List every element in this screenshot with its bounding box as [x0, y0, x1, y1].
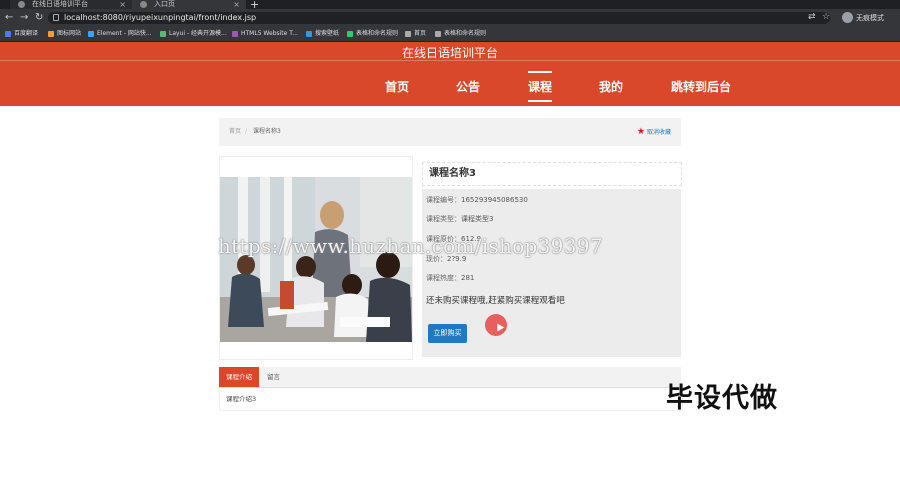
incognito-avatar-icon[interactable] — [842, 12, 853, 23]
reload-icon[interactable]: ↻ — [35, 12, 43, 23]
url-text: localhost:8080/riyupeixunpingtai/front/i… — [64, 13, 257, 22]
bookmark-item[interactable]: 图标网站 — [48, 27, 81, 41]
nav-courses[interactable]: 课程 — [528, 71, 553, 102]
browser-tab-label: 在线日语培训平台 — [32, 0, 88, 8]
tab-favicon-icon — [18, 1, 25, 8]
address-bar[interactable]: localhost:8080/riyupeixunpingtai/front/i… — [48, 12, 830, 24]
bookmark-item[interactable]: 百度翻译 — [5, 27, 38, 41]
course-image-card — [219, 156, 413, 360]
bookmark-item[interactable]: 搜索壁纸 — [306, 27, 339, 41]
course-title: 课程名称3 — [429, 168, 476, 179]
nav-home[interactable]: 首页 — [385, 78, 409, 95]
close-tab-icon[interactable]: × — [119, 0, 126, 9]
nav-notice[interactable]: 公告 — [456, 78, 480, 95]
bookmark-item[interactable]: HTML5 Website T... — [232, 27, 298, 41]
back-icon[interactable]: ← — [5, 12, 13, 23]
site-info-icon[interactable] — [53, 14, 59, 21]
browser-tab[interactable]: 入口页 × — [132, 0, 246, 9]
watermark-text: https://www.huzhan.com/ishop39397 — [218, 234, 603, 258]
bookmarks-bar: 百度翻译 图标网站 Element - 网站快... Layui - 经典开源模...… — [0, 27, 900, 42]
bookmark-item[interactable]: Layui - 经典开源模... — [160, 27, 227, 41]
bookmark-item[interactable]: 表格和命名规则 — [435, 27, 486, 41]
course-field-id: 课程编号：1652939450865​30 — [426, 196, 528, 204]
incognito-label: 无痕模式 — [856, 14, 884, 22]
detail-tabs: 课程介绍 留言 — [219, 367, 681, 388]
browser-tab-label: 入口页 — [154, 0, 175, 8]
star-icon: ★ — [636, 127, 645, 137]
header-divider — [0, 60, 900, 61]
course-intro-text: 课程介绍3 — [226, 395, 257, 403]
breadcrumb-home[interactable]: 首页 — [229, 118, 241, 146]
breadcrumb: 首页 / 课程名称3 ★ 取消收藏 — [219, 118, 681, 146]
address-toolbar: ← → ↻ localhost:8080/riyupeixunpingtai/f… — [0, 9, 900, 27]
course-photo — [220, 177, 412, 342]
bookmark-item[interactable]: Element - 网站快... — [88, 27, 152, 41]
bookmark-item[interactable]: 首页 — [405, 27, 426, 41]
site-title: 在线日语培训平台 — [401, 46, 498, 60]
tab-course-intro[interactable]: 课程介绍 — [219, 367, 259, 387]
buy-now-button[interactable]: 立即购买 — [428, 324, 467, 343]
forward-icon[interactable]: → — [20, 12, 28, 23]
translate-icon[interactable]: ⇄ — [808, 12, 816, 22]
tab-content: 课程介绍3 — [219, 388, 683, 411]
favorite-toggle[interactable]: ★ 取消收藏 — [637, 118, 671, 147]
course-field-heat: 课程热度：281 — [426, 274, 475, 282]
mouse-cursor-highlight — [485, 314, 507, 336]
course-title-box: 课程名称3 — [422, 162, 682, 186]
site-header: 在线日语培训平台 首页 公告 课程 我的 跳转到后台 — [0, 42, 900, 106]
tab-favicon-icon — [140, 1, 147, 8]
course-field-type: 课程类型：课程类型3 — [426, 215, 494, 223]
corner-overlay-text: 毕设代做 — [666, 383, 778, 414]
close-tab-icon[interactable]: × — [233, 0, 240, 9]
breadcrumb-current: 课程名称3 — [253, 128, 281, 135]
tab-messages[interactable]: 留言 — [267, 367, 280, 387]
course-info-panel: 课程编号：1652939450865​30 课程类型：课程类型3 课程原价：61… — [422, 189, 681, 357]
nav-admin[interactable]: 跳转到后台 — [671, 78, 731, 95]
bookmark-star-icon[interactable]: ☆ — [822, 12, 830, 22]
favorite-label: 取消收藏 — [646, 129, 671, 136]
bookmark-item[interactable]: 表格和命名规则 — [347, 27, 398, 41]
browser-tab-bar: 在线日语培训平台 × 入口页 × + — [0, 0, 900, 11]
browser-tab[interactable]: 在线日语培训平台 × — [10, 0, 132, 9]
breadcrumb-separator: / — [245, 128, 248, 135]
nav-mine[interactable]: 我的 — [599, 78, 623, 95]
purchase-notice: 还未购买课程哦,赶紧购买课程观看吧 — [426, 296, 565, 306]
